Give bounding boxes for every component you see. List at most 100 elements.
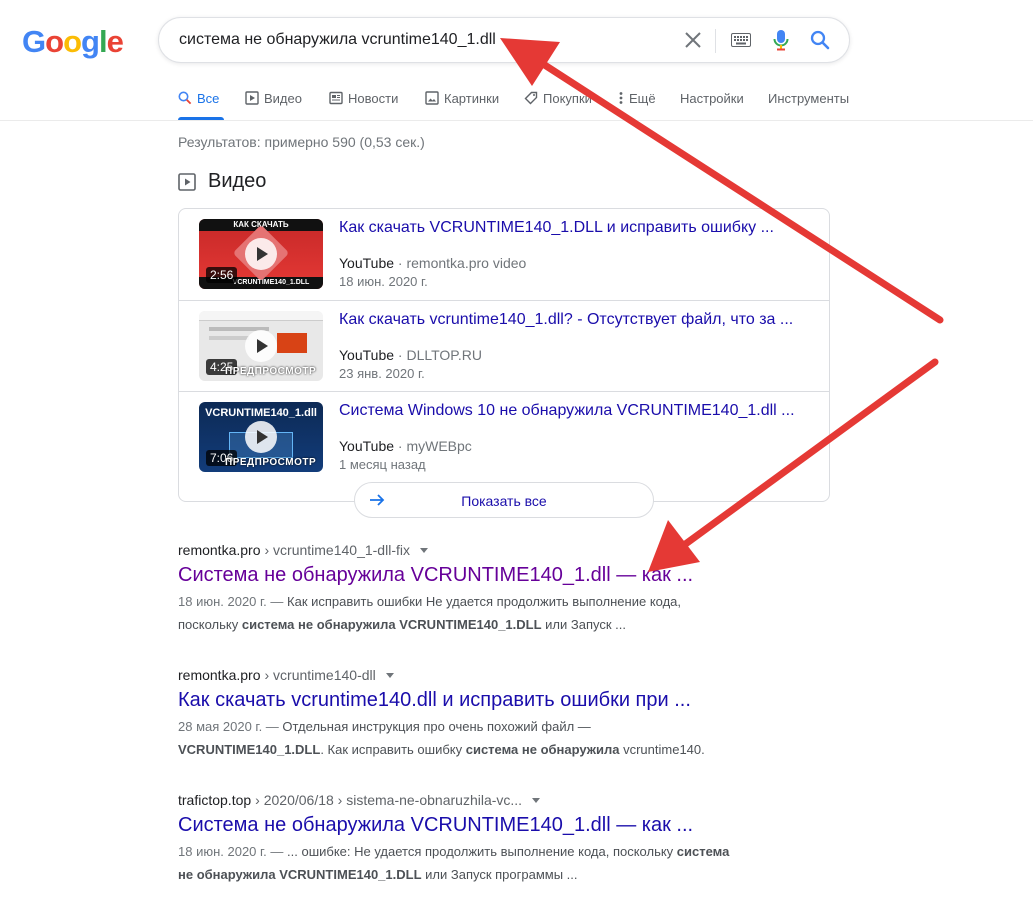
show-all-button[interactable]: Показать все: [354, 482, 654, 518]
search-icon[interactable]: [808, 28, 832, 52]
tab-all[interactable]: Все: [178, 89, 219, 107]
video-channel: myWEBpc: [406, 438, 472, 454]
result-snippet: 18 июн. 2020 г. — ... ошибке: Не удается…: [178, 840, 798, 886]
preview-label: ПРЕДПРОСМОТР: [225, 457, 317, 468]
thumbnail-block: [277, 333, 307, 353]
video-title[interactable]: Как скачать vcruntime140_1.dll? - Отсутс…: [339, 311, 793, 329]
snippet-highlight: VCRUNTIME140_1.DLL: [178, 742, 321, 757]
tag-icon: [524, 91, 538, 105]
video-section-header: Видео: [178, 170, 266, 193]
tab-label: Картинки: [444, 90, 500, 106]
tab-label: Новости: [348, 90, 399, 106]
video-item[interactable]: VCRUNTIME140_1.dll 7:06 ПРЕДПРОСМОТР Сис…: [179, 391, 829, 482]
tab-label: Видео: [264, 90, 302, 106]
tab-label: Покупки: [543, 90, 592, 106]
result-breadcrumb: remontka.pro › vcruntime140-dll: [178, 667, 798, 683]
chevron-down-icon[interactable]: [532, 797, 541, 803]
video-platform: YouTube: [339, 255, 395, 271]
clear-icon[interactable]: [681, 28, 705, 52]
snippet-date: 18 июн. 2020 г. —: [178, 844, 288, 859]
search-icon: [178, 91, 192, 105]
microphone-icon[interactable]: [769, 28, 793, 52]
video-icon: [178, 172, 196, 191]
show-all-label: Показать все: [461, 493, 547, 509]
result-path: › 2020/06/18 › sistema-ne-obnaruzhila-vc…: [255, 792, 523, 808]
preview-label: ПРЕДПРОСМОТР: [225, 366, 317, 377]
result-path: › vcruntime140_1-dll-fix: [264, 542, 410, 558]
snippet-text: vcruntime140.: [619, 742, 705, 757]
search-input[interactable]: система не обнаружила vcruntime140_1.dll: [179, 31, 496, 49]
video-icon: [245, 91, 259, 105]
snippet-text: поскольку: [178, 617, 242, 632]
snippet-date: 28 мая 2020 г. —: [178, 719, 283, 734]
tab-label: Инструменты: [768, 90, 850, 106]
more-vert-icon: [619, 92, 623, 104]
tab-label: Настройки: [680, 90, 744, 106]
search-result: remontka.pro › vcruntime140_1-dll-fix Си…: [178, 542, 798, 636]
result-title-link[interactable]: Как скачать vcruntime140.dll и исправить…: [178, 689, 798, 712]
tab-shopping[interactable]: Покупки: [524, 89, 592, 107]
play-icon: [245, 238, 277, 270]
video-item[interactable]: КАК СКАЧАТЬ VCRUNTIME140_1.DLL 2:56 Как …: [179, 209, 829, 300]
tab-label: Ещё: [629, 90, 656, 106]
video-channel: DLLTOP.RU: [406, 347, 482, 363]
result-stats: Результатов: примерно 590 (0,53 сек.): [178, 134, 425, 150]
video-date: 23 янв. 2020 г.: [339, 366, 425, 381]
tab-more[interactable]: Ещё: [618, 89, 656, 107]
tab-images[interactable]: Картинки: [425, 89, 499, 107]
snippet-highlight: не обнаружила VCRUNTIME140_1.DLL: [178, 867, 422, 882]
result-snippet: 28 мая 2020 г. — Отдельная инструкция пр…: [178, 715, 798, 761]
result-site: remontka.pro: [178, 542, 261, 558]
video-date: 1 месяц назад: [339, 457, 426, 472]
video-section-title: Видео: [208, 170, 267, 192]
chevron-down-icon[interactable]: [385, 672, 394, 678]
result-path: › vcruntime140-dll: [264, 667, 376, 683]
tab-label: Все: [197, 90, 220, 106]
tab-settings[interactable]: Настройки: [680, 89, 744, 107]
thumbnail-browser-bar: [199, 311, 323, 321]
video-item[interactable]: 4:25 ПРЕДПРОСМОТР Как скачать vcruntime1…: [179, 300, 829, 391]
snippet-highlight: система не обнаружила: [465, 742, 620, 757]
thumbnail-text-line: [209, 336, 249, 340]
result-breadcrumb: remontka.pro › vcruntime140_1-dll-fix: [178, 542, 798, 558]
snippet-highlight: система: [676, 844, 730, 859]
google-logo[interactable]: Google: [22, 24, 124, 60]
video-thumbnail[interactable]: VCRUNTIME140_1.dll 7:06 ПРЕДПРОСМОТР: [199, 402, 323, 472]
logo-letter: G: [22, 24, 46, 59]
tab-tools[interactable]: Инструменты: [768, 89, 849, 107]
video-platform: YouTube: [339, 347, 395, 363]
result-title-link[interactable]: Система не обнаружила VCRUNTIME140_1.dll…: [178, 564, 798, 587]
search-divider: [715, 29, 716, 53]
tab-video[interactable]: Видео: [245, 89, 302, 107]
video-duration: 2:56: [206, 267, 238, 283]
image-icon: [425, 91, 439, 105]
result-site: trafictop.top: [178, 792, 252, 808]
snippet-text: или Запуск программы ...: [421, 867, 578, 882]
logo-letter: g: [81, 24, 100, 59]
logo-letter: o: [45, 24, 64, 59]
result-snippet: 18 июн. 2020 г. — Как исправить ошибки Н…: [178, 590, 798, 636]
search-tabs: Все Видео Новости Картинки Покупки Ещё Н…: [0, 84, 1033, 121]
video-thumbnail[interactable]: КАК СКАЧАТЬ VCRUNTIME140_1.DLL 2:56: [199, 219, 323, 289]
result-title-link[interactable]: Система не обнаружила VCRUNTIME140_1.dll…: [178, 814, 798, 837]
result-breadcrumb: trafictop.top › 2020/06/18 › sistema-ne-…: [178, 792, 798, 808]
tab-news[interactable]: Новости: [329, 89, 398, 107]
keyboard-icon[interactable]: [729, 28, 753, 52]
play-icon: [245, 421, 277, 453]
chevron-down-icon[interactable]: [419, 547, 428, 553]
search-box[interactable]: система не обнаружила vcruntime140_1.dll: [158, 17, 850, 63]
video-title[interactable]: Как скачать VCRUNTIME140_1.DLL и исправи…: [339, 219, 774, 237]
video-title[interactable]: Система Windows 10 не обнаружила VCRUNTI…: [339, 402, 795, 420]
result-site: remontka.pro: [178, 667, 261, 683]
play-icon: [245, 330, 277, 362]
search-result: remontka.pro › vcruntime140-dll Как скач…: [178, 667, 798, 761]
active-tab-indicator: [178, 117, 224, 120]
video-carousel: КАК СКАЧАТЬ VCRUNTIME140_1.DLL 2:56 Как …: [178, 208, 830, 502]
video-platform: YouTube: [339, 438, 395, 454]
snippet-date: 18 июн. 2020 г. —: [178, 594, 288, 609]
thumbnail-caption: VCRUNTIME140_1.dll: [205, 407, 317, 419]
video-source: YouTube · myWEBpc: [339, 438, 472, 454]
search-result: trafictop.top › 2020/06/18 › sistema-ne-…: [178, 792, 798, 886]
video-thumbnail[interactable]: 4:25 ПРЕДПРОСМОТР: [199, 311, 323, 381]
snippet-text: ... ошибке: Не удается продолжить выполн…: [287, 844, 677, 859]
